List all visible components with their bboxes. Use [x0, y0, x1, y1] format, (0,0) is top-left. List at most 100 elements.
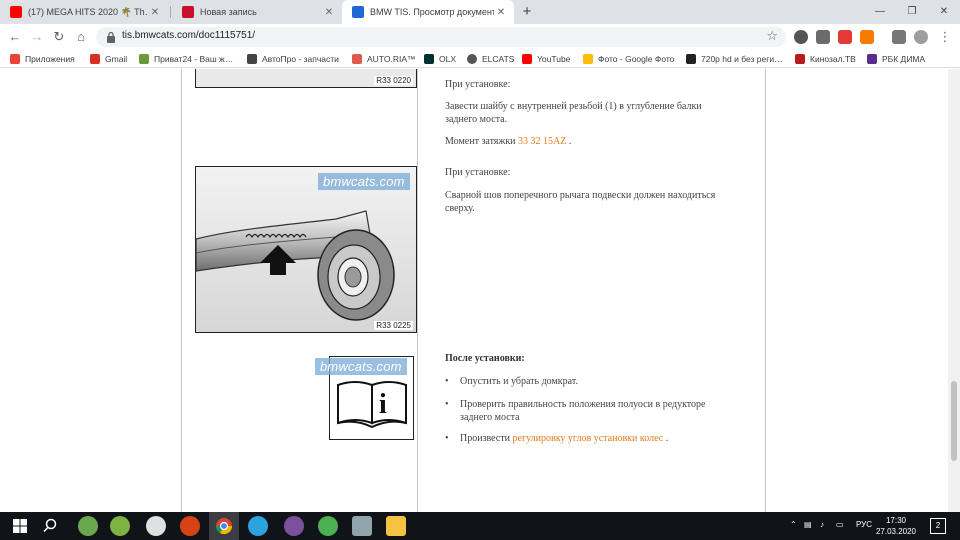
- column-divider: [181, 69, 182, 512]
- extension-icon[interactable]: [838, 30, 852, 44]
- section1-heading: При установке:: [445, 79, 511, 90]
- figure-code: R33 0225: [374, 321, 413, 330]
- tab-title: BMW TIS. Просмотр документа: [370, 7, 494, 17]
- bookmark-google-photos[interactable]: Фото - Google Фото: [583, 52, 674, 66]
- bullet-suffix: .: [665, 433, 669, 444]
- bullet-item: Опустить и убрать домкрат.: [445, 375, 740, 388]
- rbk-icon: [867, 54, 877, 64]
- windows-start-icon[interactable]: [10, 516, 30, 536]
- bookmark-star-icon[interactable]: ☆: [766, 28, 778, 44]
- close-icon[interactable]: ✕: [494, 7, 508, 18]
- tab-bmw-tis[interactable]: BMW TIS. Просмотр документа ✕: [342, 0, 514, 24]
- close-window-icon[interactable]: ✕: [928, 0, 960, 24]
- apps-grid-icon: [10, 54, 20, 64]
- notification-center-icon[interactable]: 2: [930, 518, 946, 534]
- control-arm-illustration: [196, 167, 416, 332]
- telegram-icon[interactable]: [248, 516, 268, 536]
- section2-heading: При установке:: [445, 167, 511, 178]
- youtube-icon: [10, 6, 22, 18]
- document-page: R33 0220 При установке: Завести шайбу с …: [0, 69, 960, 512]
- windows-taskbar: ⌃ ▤ ♪ ▭ РУС 17:30 27.03.2020 2: [0, 512, 960, 540]
- app-mask-icon[interactable]: [146, 516, 166, 536]
- new-tab-button[interactable]: +: [518, 3, 536, 21]
- section3-heading: После установки:: [445, 353, 525, 364]
- close-icon[interactable]: ✕: [148, 7, 162, 18]
- app-red-icon[interactable]: [180, 516, 200, 536]
- bmw-icon: [352, 6, 364, 18]
- file-explorer-icon[interactable]: [386, 516, 406, 536]
- torque-suffix: .: [568, 136, 572, 147]
- column-divider: [417, 69, 418, 512]
- bullet-item: Произвести регулировку углов установки к…: [445, 432, 750, 445]
- clock-time: 17:30: [885, 516, 907, 525]
- tab-new-post[interactable]: Новая запись ✕: [172, 0, 342, 24]
- bookmark-youtube[interactable]: YouTube: [522, 52, 570, 66]
- tab-mega-hits[interactable]: (17) MEGA HITS 2020 🌴 Th… ✕: [0, 0, 168, 24]
- reload-icon[interactable]: ↻: [50, 28, 68, 46]
- torque-line: Момент затяжки 33 32 15AZ .: [445, 135, 745, 148]
- tab-title: (17) MEGA HITS 2020 🌴 Th…: [28, 6, 148, 17]
- scrollbar-thumb[interactable]: [951, 381, 957, 461]
- menu-icon[interactable]: ⋮: [936, 28, 954, 46]
- url-text: tis.bmwcats.com/doc1115751/: [122, 30, 256, 41]
- app-window-icon[interactable]: [352, 516, 372, 536]
- olx-icon: [424, 54, 434, 64]
- address-bar[interactable]: tis.bmwcats.com/doc1115751/ ☆: [96, 27, 786, 47]
- wheel-alignment-link[interactable]: регулировку углов установки колес: [513, 433, 664, 444]
- minimize-icon[interactable]: —: [864, 0, 896, 24]
- avtopro-icon: [247, 54, 257, 64]
- app-globe-icon[interactable]: [318, 516, 338, 536]
- home-icon[interactable]: ⌂: [72, 28, 90, 46]
- app-leaf-icon[interactable]: [110, 516, 130, 536]
- lock-icon: [107, 31, 115, 43]
- car-icon: [352, 54, 362, 64]
- volume-icon[interactable]: ♪: [820, 520, 824, 529]
- back-icon[interactable]: ←: [6, 28, 24, 46]
- bookmark-kinozal[interactable]: Кинозал.ТВ: [795, 52, 856, 66]
- bookmark-olx[interactable]: OLX: [424, 52, 456, 66]
- extension-icon[interactable]: [816, 30, 830, 44]
- bookmark-rbk[interactable]: РБК ДИМА: [867, 52, 925, 66]
- network-icon[interactable]: ▤: [804, 520, 812, 529]
- bookmark-gmail[interactable]: Gmail: [90, 52, 127, 66]
- torque-label: Момент затяжки: [445, 136, 516, 147]
- close-icon[interactable]: ✕: [322, 7, 336, 18]
- search-icon[interactable]: [40, 516, 60, 536]
- extension-icon[interactable]: [794, 30, 808, 44]
- bookmark-autoria[interactable]: AUTO.RIA™: [352, 52, 416, 66]
- app-green-icon[interactable]: [78, 516, 98, 536]
- bookmark-720p[interactable]: 720p hd и без реги…: [686, 52, 783, 66]
- figure-code: R33 0220: [374, 76, 413, 85]
- figure-r33-0225: bmwcats.com R33 0225: [195, 166, 417, 333]
- bullet-prefix: Произвести: [460, 433, 511, 444]
- bookmark-privat24[interactable]: Приват24 - Ваш ж…: [139, 52, 233, 66]
- tab-title: Новая запись: [200, 7, 257, 17]
- avatar[interactable]: [914, 30, 928, 44]
- forward-icon[interactable]: →: [28, 28, 46, 46]
- section1-paragraph: Завести шайбу с внутренней резьбой (1) в…: [445, 101, 702, 125]
- section2-paragraph: Сварной шов поперечного рычага подвески …: [445, 190, 716, 214]
- clock[interactable]: 17:30 27.03.2020: [872, 515, 920, 537]
- bookmarks-bar: Приложения Gmail Приват24 - Ваш ж… АвтоП…: [0, 50, 960, 68]
- bookmark-apps[interactable]: Приложения: [10, 52, 75, 66]
- tray-people-icon[interactable]: ⌃: [790, 520, 797, 529]
- battery-icon[interactable]: ▭: [836, 520, 844, 529]
- info-letter: i: [379, 389, 387, 420]
- clock-date: 27.03.2020: [875, 527, 917, 536]
- extensions-puzzle-icon[interactable]: [892, 30, 906, 44]
- browser-toolbar: ← → ↻ ⌂ tis.bmwcats.com/doc1115751/ ☆ ⋮: [0, 24, 960, 50]
- restore-icon[interactable]: ❐: [896, 0, 928, 24]
- drive2-icon: [182, 6, 194, 18]
- extension-icon[interactable]: [860, 30, 874, 44]
- figure-r33-0220: R33 0220: [195, 69, 417, 88]
- torque-spec-link[interactable]: 33 32 15AZ: [518, 136, 566, 147]
- watermark: bmwcats.com: [318, 173, 410, 190]
- bookmark-avtopro[interactable]: АвтоПро - запчасти: [247, 52, 339, 66]
- page-scrollbar[interactable]: [948, 69, 960, 512]
- viber-icon[interactable]: [284, 516, 304, 536]
- chrome-icon[interactable]: [214, 516, 234, 536]
- google-photos-icon: [583, 54, 593, 64]
- bookmark-elcats[interactable]: ELCATS: [467, 52, 514, 66]
- language-indicator[interactable]: РУС: [856, 520, 872, 529]
- watermark: bmwcats.com: [315, 358, 407, 375]
